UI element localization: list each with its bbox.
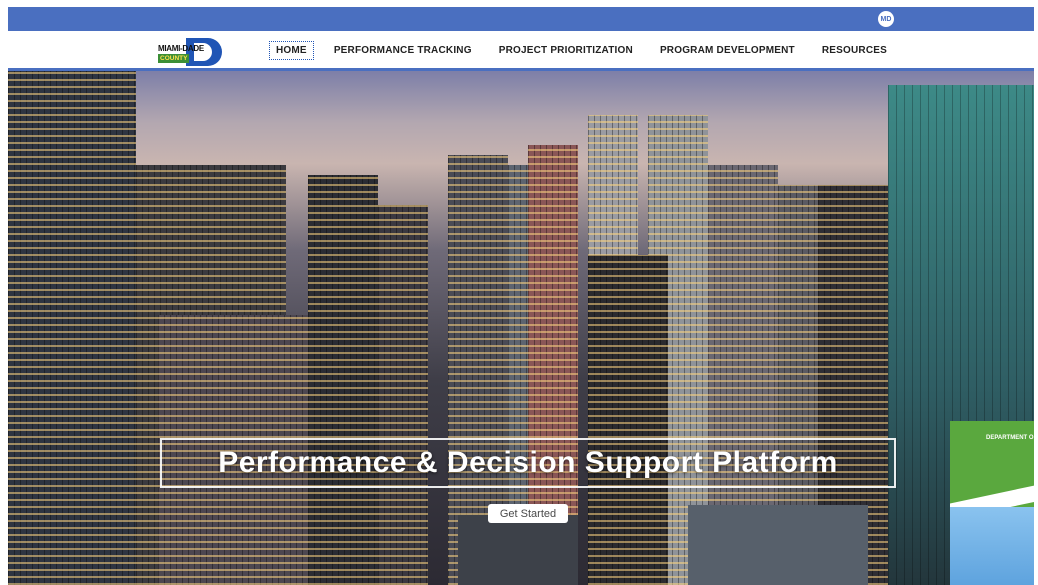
get-started-button[interactable]: Get Started [488, 504, 568, 523]
skyline-building [308, 175, 378, 585]
skyline-building [8, 71, 136, 585]
department-card[interactable]: DEPARTMENT O [950, 421, 1034, 585]
hero-title: Performance & Decision Support Platform [160, 438, 896, 488]
skyline-building [458, 515, 578, 585]
logo-name: MIAMI-DADE [158, 44, 204, 53]
department-card-label: DEPARTMENT O [986, 435, 1034, 441]
miami-dade-logo[interactable]: MIAMI-DADE COUNTY [158, 38, 224, 66]
nav-program-development[interactable]: PROGRAM DEVELOPMENT [654, 42, 801, 59]
page-frame: MD MIAMI-DADE COUNTY HOME PERFORMANCE TR… [8, 7, 1034, 585]
top-bar: MD [8, 7, 1034, 31]
nav-performance-tracking[interactable]: PERFORMANCE TRACKING [328, 42, 478, 59]
hero-banner: Performance & Decision Support Platform … [8, 71, 1034, 585]
card-image [950, 507, 1034, 585]
logo-county: COUNTY [158, 54, 190, 63]
user-avatar[interactable]: MD [878, 11, 894, 27]
skyline-building [688, 505, 868, 585]
nav-project-prioritization[interactable]: PROJECT PRIORITIZATION [493, 42, 639, 59]
skyline-building [378, 205, 428, 585]
navigation-bar: MIAMI-DADE COUNTY HOME PERFORMANCE TRACK… [8, 31, 1034, 71]
nav-home[interactable]: HOME [269, 41, 314, 60]
nav-resources[interactable]: RESOURCES [816, 42, 893, 59]
main-nav: HOME PERFORMANCE TRACKING PROJECT PRIORI… [269, 41, 908, 60]
skyline-building [588, 255, 668, 585]
